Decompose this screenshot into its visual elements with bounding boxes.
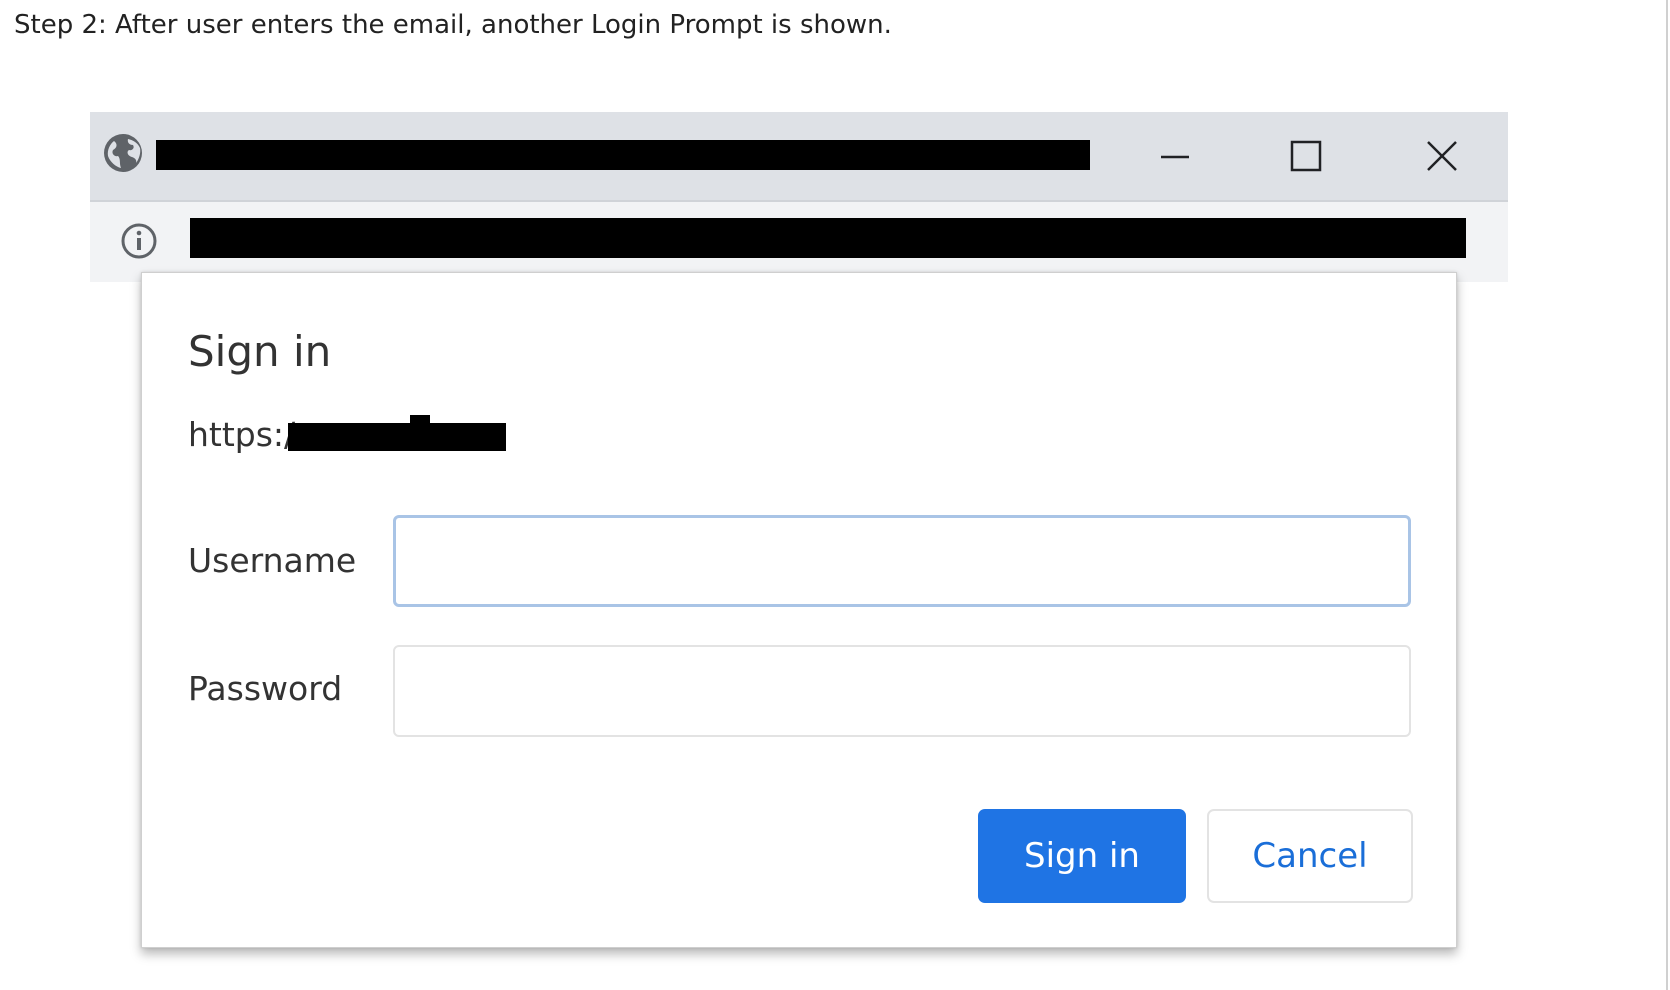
username-input[interactable]: [393, 515, 1411, 607]
username-label: Username: [188, 541, 357, 580]
minimize-button[interactable]: [1145, 126, 1205, 186]
password-label: Password: [188, 669, 343, 708]
dialog-title: Sign in: [188, 327, 332, 376]
origin-text: https:/: [188, 415, 296, 454]
browser-window: [90, 112, 1508, 282]
maximize-button[interactable]: [1276, 126, 1336, 186]
sign-in-dialog: Sign in https:/ Username Password Sign i…: [141, 272, 1457, 948]
sign-in-button[interactable]: Sign in: [978, 809, 1186, 903]
close-icon: [1427, 141, 1457, 171]
title-redaction: [156, 140, 1090, 170]
cancel-button[interactable]: Cancel: [1207, 809, 1413, 903]
step-caption: Step 2: After user enters the email, ano…: [14, 10, 892, 40]
url-redaction: [190, 218, 1466, 258]
address-bar[interactable]: [90, 200, 1508, 282]
globe-icon: [104, 134, 142, 172]
password-input[interactable]: [393, 645, 1411, 737]
maximize-icon: [1290, 140, 1322, 172]
page-right-border: [1666, 0, 1668, 990]
title-bar: [90, 112, 1508, 200]
origin-redaction-bump: [410, 415, 430, 427]
info-icon[interactable]: [120, 222, 158, 260]
minimize-icon: [1161, 155, 1189, 159]
origin-redaction: [288, 423, 506, 451]
close-button[interactable]: [1412, 126, 1472, 186]
